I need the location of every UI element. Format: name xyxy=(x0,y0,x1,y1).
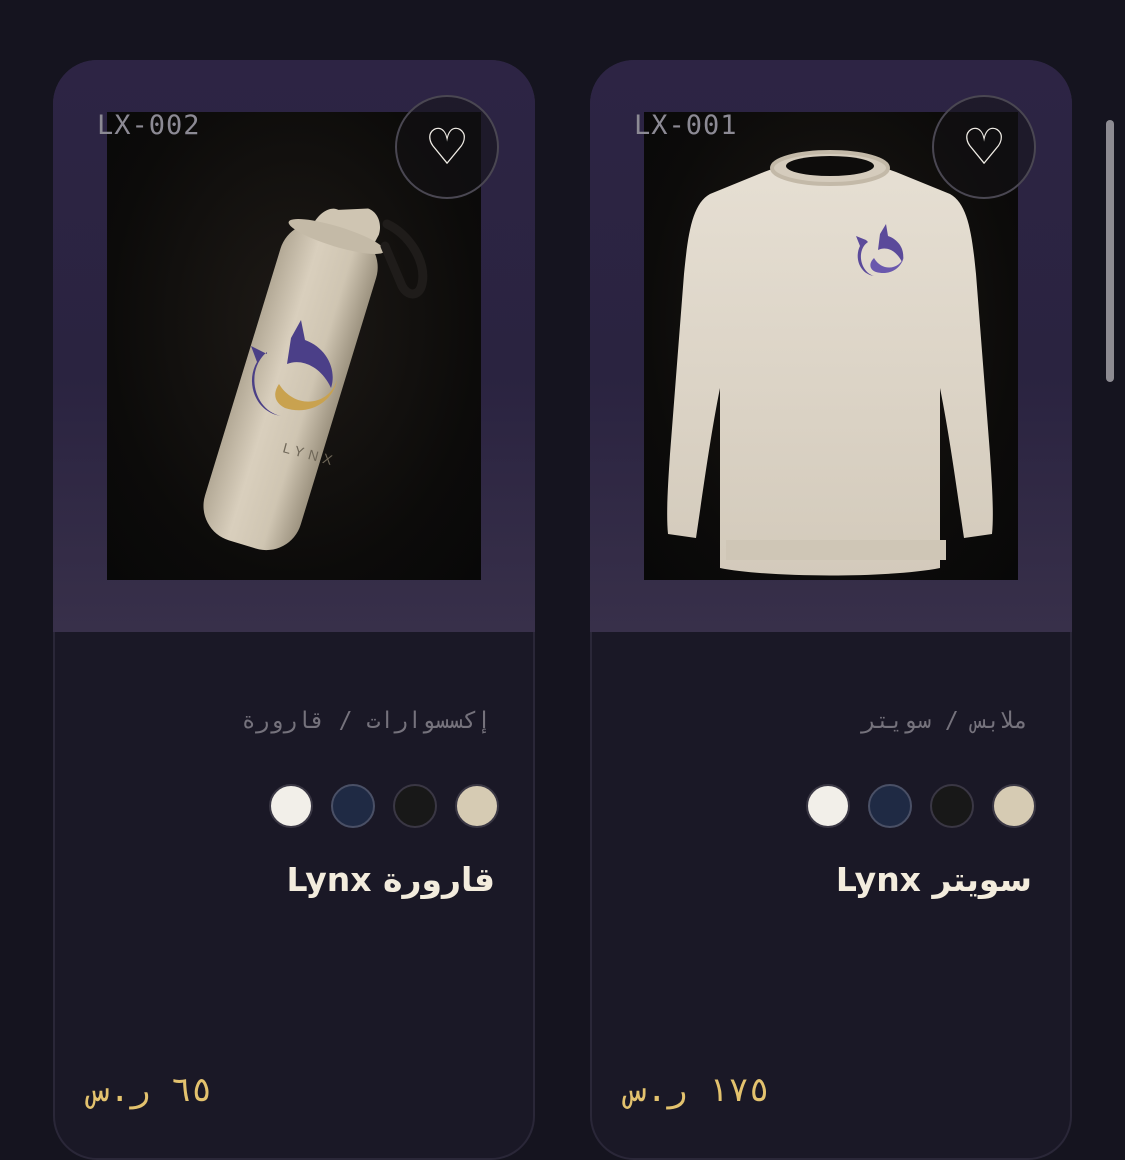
favorite-button[interactable]: ♡ xyxy=(932,95,1036,199)
product-name[interactable]: سويتر Lynx xyxy=(836,860,1032,899)
product-category: إكسسوارات / قارورة xyxy=(241,708,491,734)
swatch-navy[interactable] xyxy=(868,784,912,828)
product-code: LX-001 xyxy=(634,110,738,141)
swatch-white[interactable] xyxy=(806,784,850,828)
product-card-header: LYNX LX-002 ♡ xyxy=(53,60,535,632)
favorite-button[interactable]: ♡ xyxy=(395,95,499,199)
color-swatches xyxy=(269,784,499,828)
swatch-navy[interactable] xyxy=(331,784,375,828)
swatch-black[interactable] xyxy=(930,784,974,828)
product-code: LX-002 xyxy=(97,110,201,141)
vertical-scrollbar[interactable] xyxy=(1106,120,1114,382)
swatch-black[interactable] xyxy=(393,784,437,828)
swatch-beige[interactable] xyxy=(455,784,499,828)
product-card-sweater[interactable]: LX-001 ♡ ملابس / سويتر سويتر Lynx ١٧٥ ر.… xyxy=(590,60,1072,1160)
product-category: ملابس / سويتر xyxy=(861,708,1028,734)
product-card-header: LX-001 ♡ xyxy=(590,60,1072,632)
product-card-bottle[interactable]: LYNX LX-002 ♡ إكسسوارات / قارورة قارورة … xyxy=(53,60,535,1160)
swatch-beige[interactable] xyxy=(992,784,1036,828)
heart-outline-icon: ♡ xyxy=(961,118,1007,176)
color-swatches xyxy=(806,784,1036,828)
product-name[interactable]: قارورة Lynx xyxy=(286,860,495,899)
swatch-white[interactable] xyxy=(269,784,313,828)
product-price: ١٧٥ ر.س xyxy=(626,1070,770,1110)
heart-outline-icon: ♡ xyxy=(424,118,470,176)
product-price: ٦٥ ر.س xyxy=(89,1070,212,1110)
